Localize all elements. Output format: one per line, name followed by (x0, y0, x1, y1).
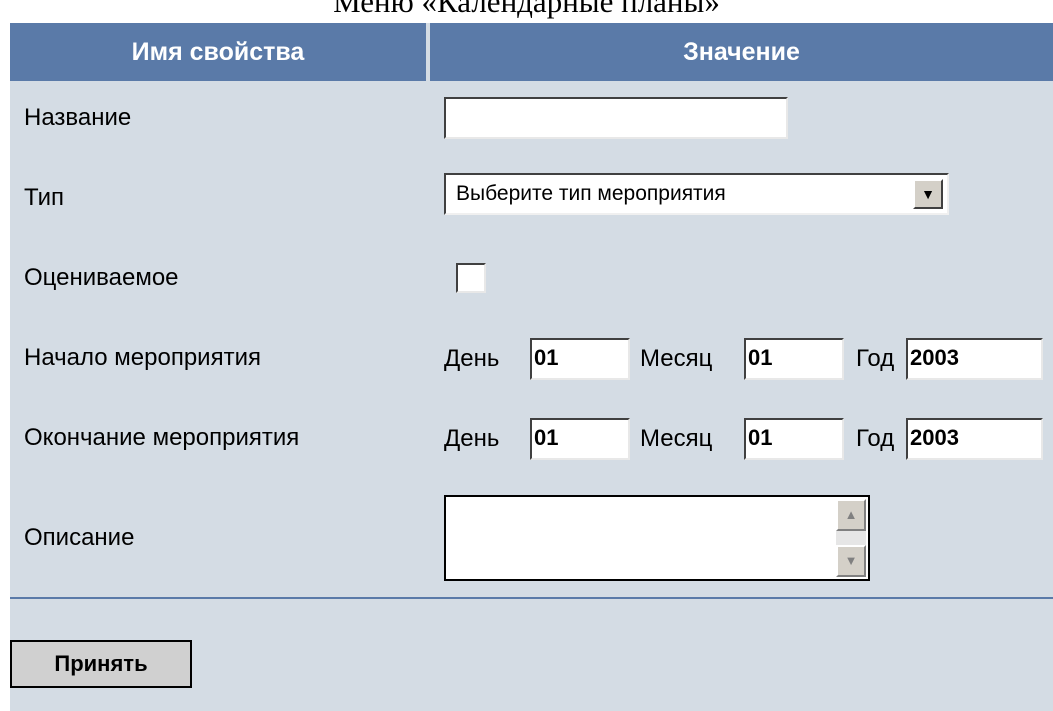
start-year-label: Год (856, 345, 895, 372)
start-label: Начало мероприятия (24, 344, 261, 371)
end-label: Окончание мероприятия (24, 424, 300, 451)
scroll-down-icon[interactable]: ▼ (836, 545, 866, 577)
start-year-input[interactable]: 2003 (906, 338, 1043, 380)
start-day-input[interactable]: 01 (530, 338, 630, 380)
type-select-value: Выберите тип мероприятия (456, 182, 726, 205)
submit-button[interactable]: Принять (10, 640, 192, 688)
page-caption: Меню «Календарные планы» (333, 0, 720, 19)
type-label: Тип (24, 184, 65, 211)
description-scrollbar[interactable]: ▲ ▼ (836, 499, 866, 577)
graded-checkbox[interactable] (456, 263, 486, 293)
end-year-input[interactable]: 2003 (906, 418, 1043, 460)
start-month-label: Месяц (640, 345, 713, 372)
end-month-input[interactable]: 01 (744, 418, 844, 460)
start-month-input[interactable]: 01 (744, 338, 844, 380)
end-year-label: Год (856, 425, 895, 452)
name-label: Название (24, 104, 132, 131)
description-label: Описание (24, 524, 135, 551)
type-select[interactable]: Выберите тип мероприятия ▼ (444, 173, 949, 215)
start-day-label: День (444, 345, 500, 372)
column-header-value: Значение (430, 23, 1053, 81)
end-day-input[interactable]: 01 (530, 418, 630, 460)
column-header-property-name: Имя свойства (10, 23, 426, 81)
form-divider (10, 597, 1053, 599)
chevron-down-icon[interactable]: ▼ (913, 179, 943, 209)
name-input[interactable] (444, 97, 788, 139)
graded-label: Оцениваемое (24, 264, 179, 291)
end-day-label: День (444, 425, 500, 452)
scroll-up-icon[interactable]: ▲ (836, 499, 866, 531)
properties-panel: Имя свойства Значение Название Тип Выбер… (10, 23, 1053, 711)
description-textarea[interactable]: ▲ ▼ (444, 495, 870, 581)
end-month-label: Месяц (640, 425, 713, 452)
